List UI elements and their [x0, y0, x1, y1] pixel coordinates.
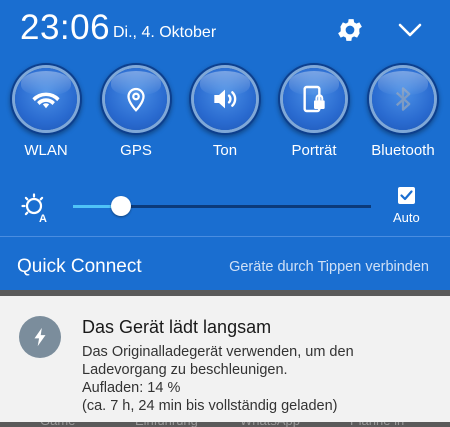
toggle-label: GPS	[120, 142, 152, 159]
notification-panel: 23:06 Di., 4. Oktober WLAN GPS Ton Portr…	[0, 0, 450, 427]
notification-title: Das Gerät lädt langsam	[82, 317, 272, 337]
date-label: Di., 4. Oktober	[113, 24, 217, 41]
quick-connect-title: Quick Connect	[17, 256, 142, 277]
toggle-ton[interactable]: Ton	[181, 68, 269, 159]
bluetooth-icon	[372, 68, 434, 130]
location-pin-icon	[105, 68, 167, 130]
gear-icon[interactable]	[335, 15, 365, 45]
toggle-wlan[interactable]: WLAN	[2, 68, 90, 159]
status-header: 23:06 Di., 4. Oktober	[0, 0, 450, 64]
chevron-down-icon[interactable]	[395, 18, 425, 42]
toggle-label: WLAN	[24, 142, 68, 159]
auto-brightness-icon: A	[20, 192, 52, 225]
brightness-slider-thumb[interactable]	[111, 196, 131, 216]
toggle-label: Bluetooth	[371, 142, 435, 159]
quick-connect-hint: Geräte durch Tippen verbinden	[229, 259, 429, 275]
quick-settings-toggles: WLAN GPS Ton Porträt Bluetooth	[0, 68, 450, 159]
brightness-slider[interactable]	[73, 196, 371, 216]
toggle-label: Ton	[212, 142, 238, 159]
brightness-control: A Auto	[0, 184, 450, 236]
notification-line: Das Originalladegerät verwenden, um den	[82, 344, 354, 360]
toggle-portrait[interactable]: Porträt	[270, 68, 358, 159]
charging-notification[interactable]: Das Gerät lädt langsam Das Originalladeg…	[0, 296, 450, 422]
auto-brightness-checkbox[interactable]	[398, 187, 415, 204]
lightning-icon	[19, 316, 61, 358]
notification-line: (ca. 7 h, 24 min bis vollständig geladen…	[82, 398, 338, 414]
toggle-bluetooth[interactable]: Bluetooth	[359, 68, 447, 159]
wifi-icon	[15, 68, 77, 130]
notification-line: Ladevorgang zu beschleunigen.	[82, 362, 288, 378]
notification-body: Das Originalladegerät verwenden, um den …	[82, 343, 432, 415]
quick-connect-bar[interactable]: Quick Connect Geräte durch Tippen verbin…	[0, 236, 450, 291]
clock-time: 23:06	[20, 8, 111, 47]
auto-brightness-label: Auto	[393, 210, 420, 225]
svg-text:A: A	[39, 213, 47, 224]
notification-line: Aufladen: 14 %	[82, 380, 181, 396]
toggle-gps[interactable]: GPS	[92, 68, 180, 159]
speaker-icon	[194, 68, 256, 130]
toggle-label: Porträt	[291, 142, 337, 159]
portrait-lock-icon	[283, 68, 345, 130]
